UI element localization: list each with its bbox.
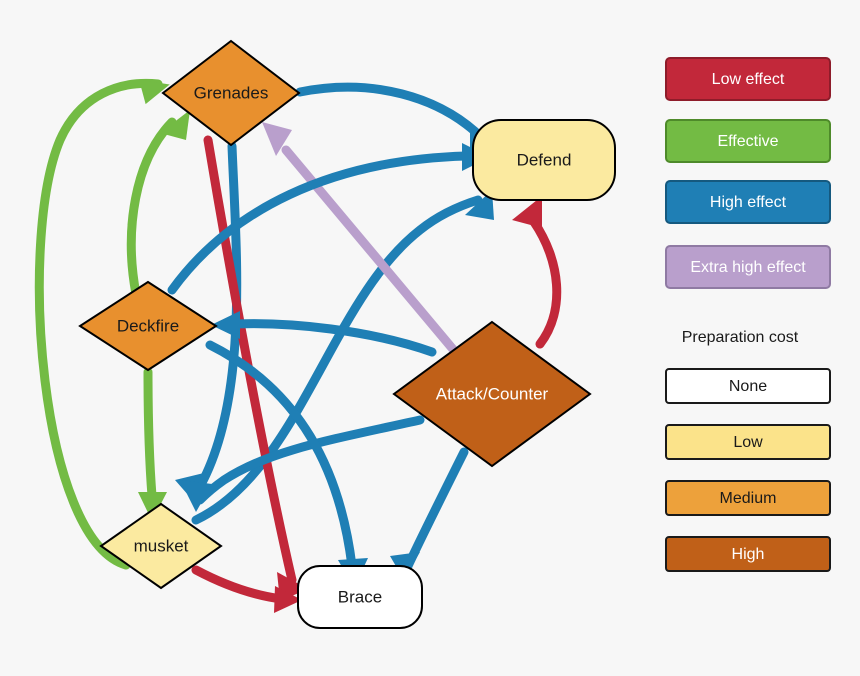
legend-cost-high-label: High [732, 546, 765, 563]
edge-attack-to-brace [390, 447, 469, 580]
legend-item-cost-none: None [665, 368, 831, 404]
legend-low-effect-label: Low effect [712, 71, 785, 88]
legend-item-cost-high: High [665, 536, 831, 572]
legend-cost-none-label: None [729, 378, 767, 395]
edge-deckfire-to-grenades [126, 110, 190, 299]
edge-attack-to-musket [180, 415, 425, 512]
legend-high-effect-label: High effect [710, 194, 787, 211]
node-deckfire[interactable]: Deckfire [78, 280, 218, 372]
legend-item-extra-high-effect: Extra high effect [665, 245, 831, 289]
legend-item-cost-medium: Medium [665, 480, 831, 516]
legend-extra-high-effect-label: Extra high effect [690, 259, 806, 276]
legend-item-effective: Effective [665, 119, 831, 163]
node-attack-counter[interactable]: Attack/Counter [392, 320, 592, 468]
legend-item-low-effect: Low effect [665, 57, 831, 101]
legend: Low effect Effective High effect Extra h… [665, 57, 831, 572]
edge-attack-to-defend [512, 196, 562, 349]
legend-cost-low-label: Low [733, 434, 763, 451]
legend-effective-label: Effective [717, 133, 778, 150]
node-defend[interactable]: Defend [472, 119, 616, 201]
relationship-diagram: Grenades Defend Deckfire Attack/Counter … [34, 39, 831, 629]
legend-item-high-effect: High effect [665, 180, 831, 224]
legend-item-cost-low: Low [665, 424, 831, 460]
diagram-canvas: Grenades Defend Deckfire Attack/Counter … [0, 0, 860, 676]
legend-preparation-cost-title: Preparation cost [682, 329, 799, 346]
edge-deckfire-to-musket [138, 367, 167, 521]
node-brace[interactable]: Brace [297, 565, 423, 629]
legend-cost-medium-label: Medium [720, 490, 777, 507]
